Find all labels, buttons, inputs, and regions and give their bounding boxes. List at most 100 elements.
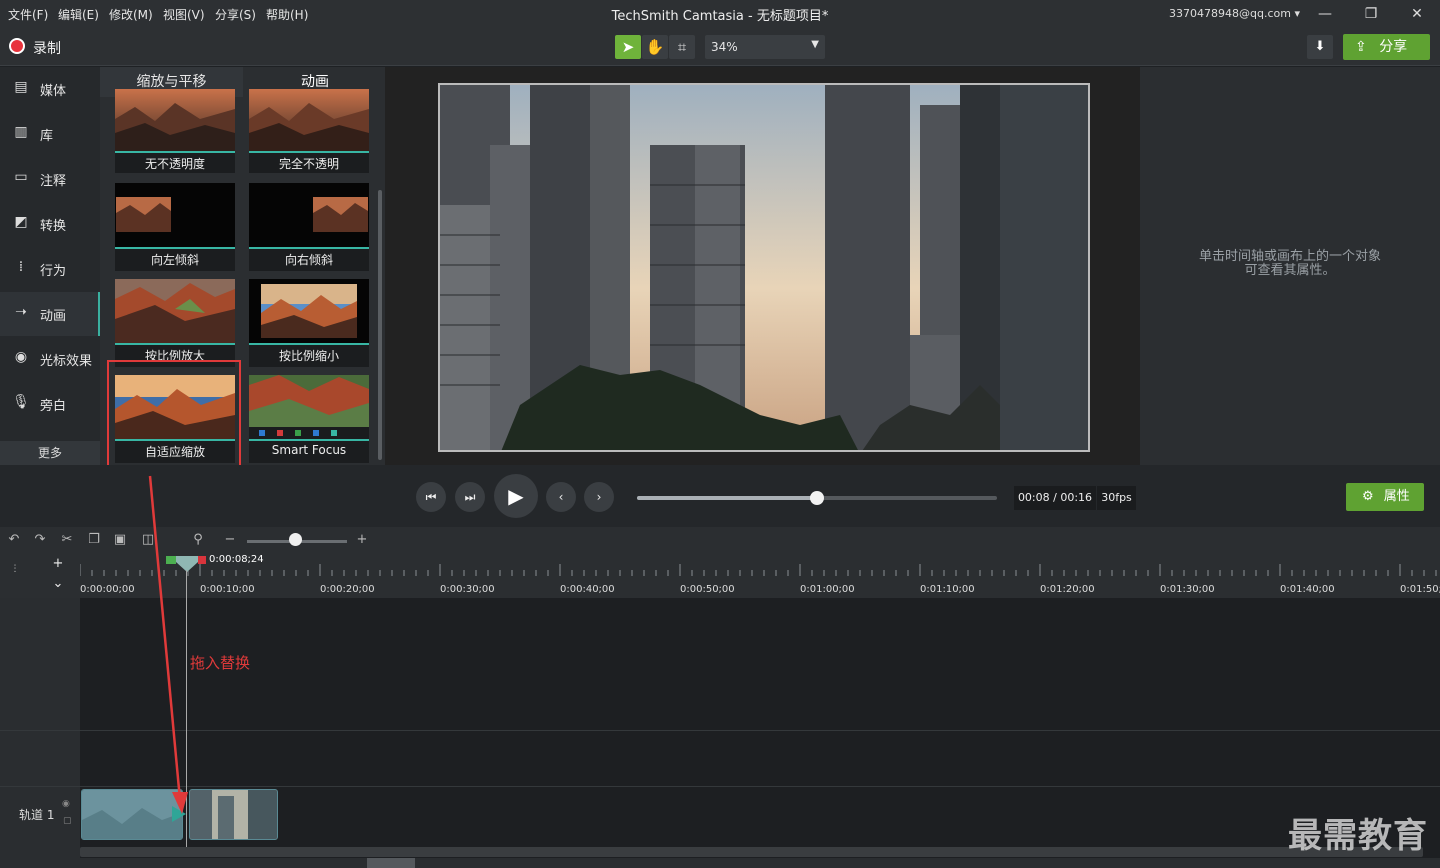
zoom-in-icon[interactable]: +	[353, 532, 371, 550]
select-tool-icon[interactable]: ➤	[615, 35, 641, 59]
status-strip	[0, 858, 1440, 868]
tile-accent-bar	[115, 343, 235, 345]
status-scroll-thumb[interactable]	[367, 858, 415, 868]
close-icon[interactable]: ✕	[1402, 3, 1432, 25]
timecode: 00:08 / 00:16	[1014, 486, 1096, 510]
paste-icon[interactable]: ▣	[111, 532, 129, 550]
drag-hint-text: 拖入替换	[190, 654, 251, 672]
animation-tile-tilt-right[interactable]: 向右倾斜	[249, 183, 369, 271]
restore-icon[interactable]: ❐	[1356, 3, 1386, 25]
download-icon[interactable]: ⬇	[1307, 35, 1333, 59]
sidebar-item-voice-narration[interactable]: 🎙 旁白	[0, 382, 100, 426]
tile-label: 向左倾斜	[150, 253, 199, 267]
timeline-ruler[interactable]: 0:00:00;00 0:00:10;00 0:00:20;00 0:00:30;00…	[80, 554, 1440, 598]
share-button[interactable]: ⇪ 分享	[1343, 34, 1430, 60]
minimize-icon[interactable]: —	[1310, 3, 1340, 25]
properties-hint: 单击时间轴或画布上的一个对象 可查看其属性。	[1140, 250, 1440, 278]
sidebar-item-library[interactable]: ▥ 库	[0, 112, 100, 156]
track-height-icon[interactable]: ⋮	[6, 564, 24, 582]
track-separator	[0, 786, 1440, 787]
timeline-tracks[interactable]	[80, 598, 1440, 868]
sidebar-item-animations[interactable]: ➝ 动画	[0, 292, 100, 336]
film-icon: ▤	[14, 79, 28, 95]
cut-icon[interactable]: ✂	[58, 532, 76, 550]
tile-label: 完全不透明	[278, 157, 339, 171]
sidebar-item-label: 库	[40, 129, 54, 144]
sidebar-item-label: 媒体	[40, 84, 67, 99]
zoom-out-icon[interactable]: −	[221, 532, 239, 550]
tile-thumbnail	[115, 183, 235, 247]
tile-thumbnail	[115, 279, 235, 343]
account-menu[interactable]: 3370478948@qq.com ▾	[1169, 7, 1300, 20]
tile-accent-bar	[249, 151, 369, 153]
tile-thumbnail	[249, 183, 369, 247]
sidebar-item-cursor-effects[interactable]: ◉ 光标效果	[0, 337, 100, 381]
track-label: 轨道 1	[19, 808, 55, 822]
scrubber-fill	[637, 496, 817, 500]
library-scrollbar[interactable]	[378, 190, 382, 460]
canvas-stage	[385, 67, 1140, 465]
highlight-box	[107, 360, 241, 469]
more-button[interactable]: 更多	[0, 441, 100, 465]
scrubber-handle[interactable]	[810, 491, 824, 505]
tile-label: 无不透明度	[144, 157, 205, 171]
sidebar-item-transitions[interactable]: ◩ 转换	[0, 202, 100, 246]
sidebar-item-label: 转换	[40, 219, 67, 234]
animation-tile-tilt-left[interactable]: 向左倾斜	[115, 183, 235, 271]
properties-button[interactable]: ⚙ 属性	[1346, 483, 1424, 511]
canvas-area[interactable]	[385, 67, 1140, 465]
timeline-toolbar: ↶ ↷ ✂ ❐ ▣ ◫ ⚲ − +	[0, 527, 1440, 554]
chevron-down-icon[interactable]: ⌄	[49, 576, 67, 594]
add-track-icon[interactable]: +	[49, 556, 67, 574]
tile-accent-bar	[249, 247, 369, 249]
copy-icon[interactable]: ❐	[85, 532, 103, 550]
sidebar-item-media[interactable]: ▤ 媒体	[0, 67, 100, 111]
animation-tile-full-opacity[interactable]: 完全不透明	[249, 89, 369, 173]
pan-tool-icon[interactable]: ✋	[642, 35, 668, 59]
gear-icon: ⚙	[1362, 489, 1374, 504]
timeline-horizontal-scrollbar[interactable]	[80, 847, 1423, 857]
crop-tool-icon[interactable]: ⌗	[669, 35, 695, 59]
animation-tile-smart-focus[interactable]: Smart Focus	[249, 375, 369, 463]
sidebar-item-label: 行为	[40, 264, 67, 279]
ruler-label: 0:00:20;00	[320, 584, 375, 595]
animation-tile-scale-up[interactable]: 按比例放大	[115, 279, 235, 367]
redo-icon[interactable]: ↷	[31, 532, 49, 550]
animation-tile-scale-down[interactable]: 按比例缩小	[249, 279, 369, 367]
zoom-select[interactable]: 34% ▼	[705, 35, 825, 59]
chevron-down-icon: ▾	[1294, 7, 1300, 20]
timeline-zoom-handle[interactable]	[289, 533, 302, 546]
video-preview[interactable]	[438, 83, 1090, 452]
animation-tile-no-opacity[interactable]: 无不透明度	[115, 89, 235, 173]
lock-icon[interactable]: ▢	[63, 816, 72, 826]
sidebar-item-behaviors[interactable]: ⁞ 行为	[0, 247, 100, 291]
tile-accent-bar	[115, 151, 235, 153]
record-label: 录制	[33, 41, 61, 57]
account-email: 3370478948@qq.com	[1169, 7, 1291, 20]
ruler-label: 0:01:40;00	[1280, 584, 1335, 595]
tile-label: 向右倾斜	[284, 253, 333, 267]
sidebar-item-annotations[interactable]: ▭ 注释	[0, 157, 100, 201]
undo-icon[interactable]: ↶	[5, 532, 23, 550]
tile-thumbnail	[249, 375, 369, 439]
next-icon[interactable]: ›	[584, 482, 614, 512]
playback-bar: ⏮ ⏭ ▶ ‹ › 00:08 / 00:16 30fps ⚙ 属性	[0, 465, 1440, 527]
properties-button-label: 属性	[1383, 489, 1410, 504]
scrubber[interactable]	[637, 491, 997, 505]
ruler-label: 0:01:30;00	[1160, 584, 1215, 595]
play-icon[interactable]: ▶	[494, 474, 538, 518]
tile-thumbnail	[249, 89, 369, 151]
ruler-label: 0:00:10;00	[200, 584, 255, 595]
eye-icon[interactable]: ◉	[62, 799, 70, 809]
media-clip[interactable]	[189, 789, 278, 840]
track-header-top: + ⌄ ⋮	[0, 554, 80, 598]
sidebar-item-label: 动画	[40, 309, 67, 324]
title-bar: 文件(F) 编辑(E) 修改(M) 视图(V) 分享(S) 帮助(H) Tech…	[0, 0, 1440, 28]
ruler-label: 0:00:40;00	[560, 584, 615, 595]
library-icon: ▥	[14, 124, 28, 140]
step-back-icon[interactable]: ⏮	[416, 482, 446, 512]
ruler-label: 0:00:50;00	[680, 584, 735, 595]
previous-icon[interactable]: ‹	[546, 482, 576, 512]
step-forward-icon[interactable]: ⏭	[455, 482, 485, 512]
record-icon	[9, 38, 25, 54]
